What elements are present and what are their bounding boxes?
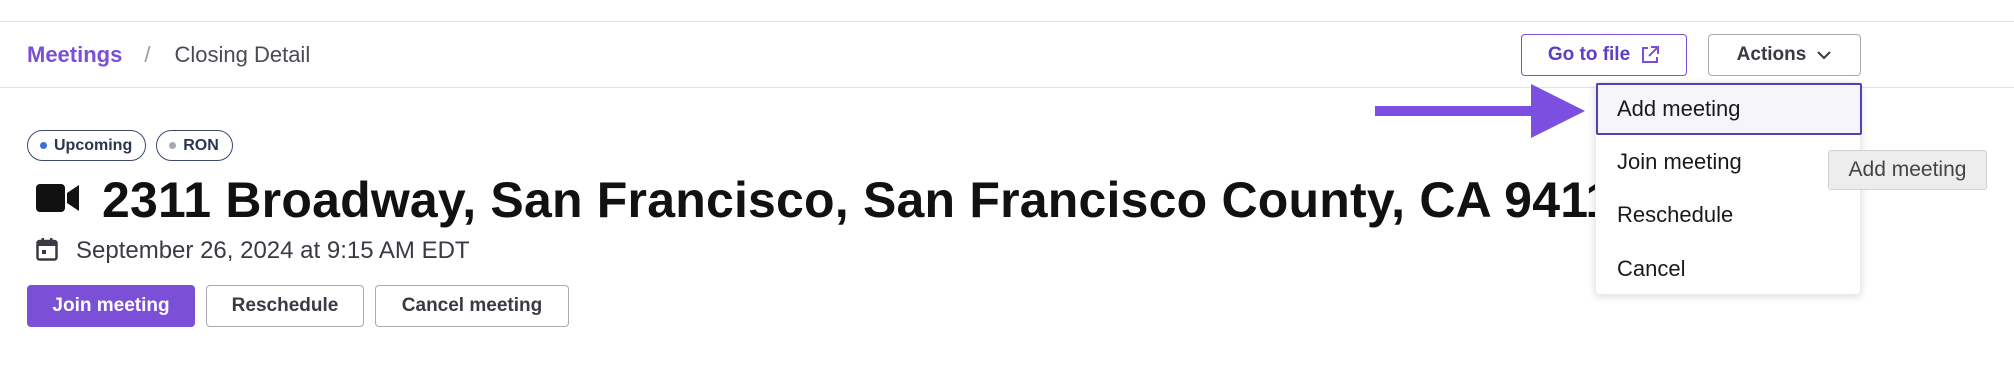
chevron-down-icon [1816, 50, 1832, 60]
breadcrumb-current: Closing Detail [174, 42, 311, 67]
actions-dropdown-menu: Add meeting Join meeting Reschedule Canc… [1595, 82, 1862, 295]
top-divider [0, 21, 2014, 22]
actions-button[interactable]: Actions [1708, 34, 1861, 76]
reschedule-button[interactable]: Reschedule [206, 285, 364, 327]
go-to-file-label: Go to file [1547, 44, 1631, 65]
add-meeting-tooltip: Add meeting [1828, 150, 1987, 190]
go-to-file-button[interactable]: Go to file [1521, 34, 1687, 76]
type-badge-label: RON [183, 136, 219, 154]
status-badge-label: Upcoming [54, 136, 133, 154]
type-dot [169, 142, 177, 149]
meeting-datetime: September 26, 2024 at 9:15 AM EDT [76, 237, 470, 264]
menu-item-cancel[interactable]: Cancel [1596, 243, 1862, 295]
meeting-title: 2311 Broadway, San Francisco, San Franci… [102, 172, 1642, 228]
type-badge-ron: RON [156, 130, 233, 161]
status-badge-upcoming: Upcoming [27, 130, 147, 161]
meeting-actions: Join meeting Reschedule Cancel meeting [27, 285, 569, 327]
breadcrumb: Meetings / Closing Detail [27, 42, 310, 68]
cancel-meeting-button[interactable]: Cancel meeting [375, 285, 569, 327]
status-badges: Upcoming RON [27, 130, 233, 161]
menu-item-reschedule[interactable]: Reschedule [1596, 189, 1862, 241]
external-link-icon [1640, 45, 1660, 65]
calendar-icon [36, 237, 58, 266]
breadcrumb-separator: / [144, 42, 151, 67]
menu-item-add-meeting[interactable]: Add meeting [1596, 83, 1862, 135]
video-camera-icon [36, 182, 80, 219]
join-meeting-button[interactable]: Join meeting [27, 285, 195, 327]
actions-label: Actions [1736, 44, 1807, 65]
meeting-title-row: 2311 Broadway, San Francisco, San Franci… [36, 170, 1641, 230]
menu-item-join-meeting[interactable]: Join meeting [1596, 136, 1862, 188]
breadcrumb-meetings-link[interactable]: Meetings [27, 42, 122, 68]
meeting-date-row: September 26, 2024 at 9:15 AM EDT [36, 236, 470, 266]
status-dot [40, 142, 47, 149]
pointer-arrow [1375, 84, 1585, 145]
